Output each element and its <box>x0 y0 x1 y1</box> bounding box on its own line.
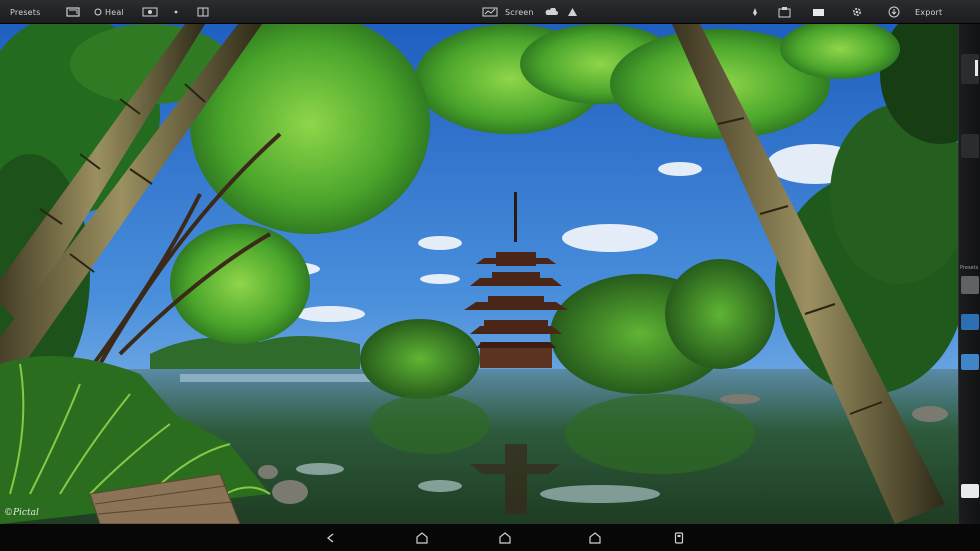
share-button[interactable] <box>567 0 578 24</box>
heal-button[interactable]: Heal <box>94 0 124 24</box>
cloud-button[interactable] <box>545 0 558 24</box>
export-icon <box>888 6 900 18</box>
brush-button[interactable] <box>752 0 758 24</box>
nav-home-button[interactable] <box>414 530 430 546</box>
scroll-handle-icon <box>975 60 978 76</box>
heal-label: Heal <box>105 7 124 17</box>
panel-preset-2[interactable] <box>961 314 979 330</box>
copy-icon <box>778 7 791 18</box>
panel-label: Presets <box>960 265 979 271</box>
panel-thumb-2[interactable] <box>961 134 979 158</box>
compare-icon <box>197 7 209 17</box>
rectangle-button[interactable] <box>812 0 825 24</box>
screen-label: Screen <box>505 7 534 17</box>
landscape-photo <box>0 24 958 524</box>
panel-thumb-top[interactable] <box>961 54 979 84</box>
heal-icon <box>94 8 102 16</box>
masks-button[interactable] <box>142 0 158 24</box>
more-dot-icon <box>174 10 178 14</box>
bottom-navigation-bar <box>0 524 980 551</box>
crop-icon <box>66 7 80 17</box>
compare-button[interactable] <box>197 0 209 24</box>
recents-icon <box>674 532 684 544</box>
cloud-icon <box>545 8 558 15</box>
panel-preset-1[interactable] <box>961 276 979 294</box>
panel-preset-3[interactable] <box>961 354 979 370</box>
photo-canvas[interactable]: ©Pictal <box>0 24 958 524</box>
watermark-text: ©Pictal <box>4 508 39 518</box>
house-icon <box>589 532 601 544</box>
side-panel: Presets <box>958 24 980 524</box>
presets-label: Presets <box>10 7 41 17</box>
nav-recents-button[interactable] <box>671 530 687 546</box>
nav-home-outline-button[interactable] <box>497 530 513 546</box>
masks-icon <box>142 7 158 17</box>
nav-back-button[interactable] <box>323 530 339 546</box>
gear-icon <box>852 7 862 17</box>
crop-button[interactable] <box>66 0 80 24</box>
presets-button[interactable]: Presets <box>10 0 41 24</box>
more-button[interactable] <box>174 0 178 24</box>
home-outline-icon <box>499 532 511 544</box>
rectangle-icon <box>813 8 824 16</box>
share-icon <box>568 8 577 16</box>
copy-button[interactable] <box>778 0 791 24</box>
screen-button[interactable]: Screen <box>482 0 534 24</box>
export-button[interactable]: Export <box>888 0 942 24</box>
brush-icon <box>753 8 757 16</box>
top-toolbar: Presets Heal Screen Export <box>0 0 980 24</box>
export-label: Export <box>915 7 943 17</box>
nav-house-button[interactable] <box>587 530 603 546</box>
settings-button[interactable] <box>851 0 863 24</box>
home-icon <box>416 532 428 544</box>
screen-icon <box>482 7 498 17</box>
back-icon <box>326 533 334 543</box>
panel-preset-4[interactable] <box>961 484 979 498</box>
